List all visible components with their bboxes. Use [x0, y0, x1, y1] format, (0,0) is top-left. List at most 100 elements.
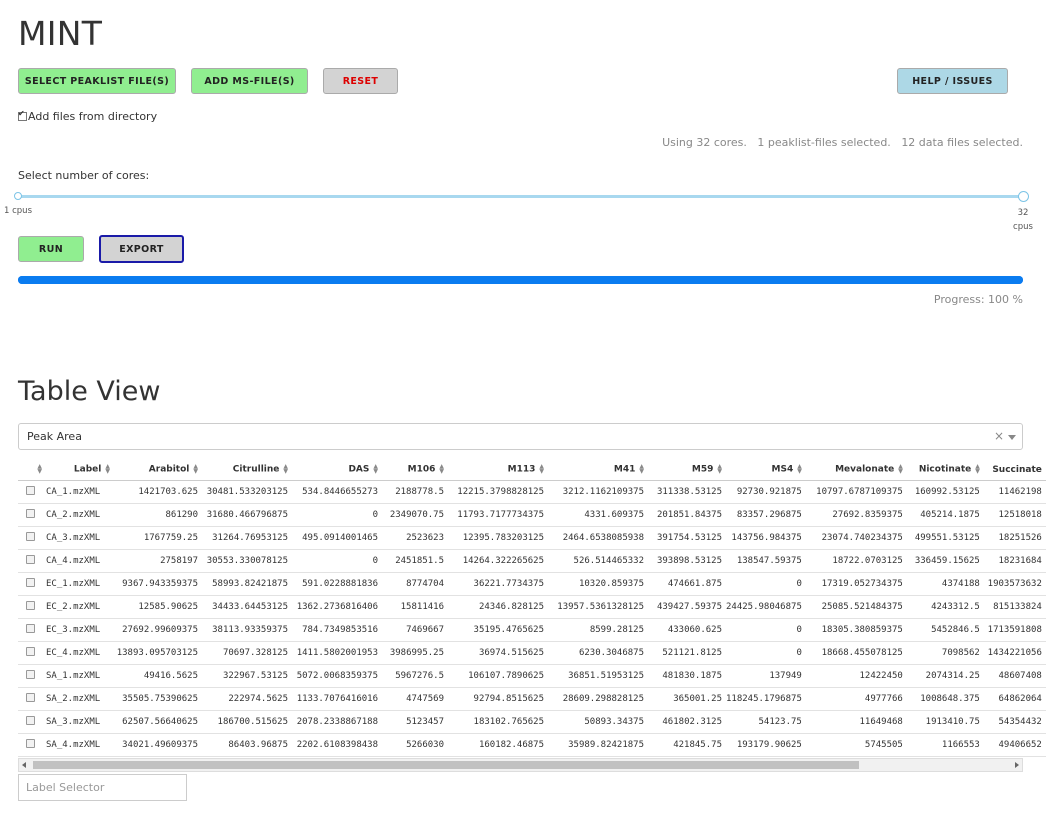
- table-view-title: Table View: [18, 376, 161, 407]
- row-checkbox[interactable]: [25, 670, 35, 679]
- table-cell: 591.0228881836: [292, 572, 382, 596]
- sort-icon[interactable]: ▲ ▼: [439, 464, 444, 475]
- column-header[interactable]: M113 ▲ ▼: [448, 459, 548, 481]
- sort-icon[interactable]: ▲ ▼: [37, 464, 42, 475]
- add-from-directory-row[interactable]: Add files from directory: [18, 109, 157, 123]
- table-cell: 18722.0703125: [805, 549, 907, 573]
- row-select-cell[interactable]: [18, 503, 46, 527]
- table-cell: 3986995.25: [382, 641, 448, 665]
- table-cell: 2758197: [114, 549, 202, 573]
- row-checkbox[interactable]: [25, 624, 35, 633]
- table-row[interactable]: CA_4.mzXML 2758197 30553.330078125 0 2451851…: [18, 549, 1046, 573]
- row-select-cell[interactable]: [18, 480, 46, 504]
- row-select-cell[interactable]: [18, 733, 46, 757]
- export-button[interactable]: EXPORT: [99, 235, 184, 263]
- column-header[interactable]: Arabitol ▲ ▼: [114, 459, 202, 481]
- run-button[interactable]: RUN: [18, 236, 84, 262]
- table-row[interactable]: SA_4.mzXML 34021.49609375 86403.96875 2202.…: [18, 733, 1046, 757]
- add-ms-files-button[interactable]: ADD MS-FILE(S): [191, 68, 308, 94]
- sort-icon[interactable]: ▲ ▼: [105, 464, 110, 475]
- table-horizontal-scrollbar[interactable]: [18, 758, 1023, 772]
- sort-icon[interactable]: ▲ ▼: [193, 464, 198, 475]
- table-cell: 4243312.5: [906, 595, 984, 619]
- label-selector-input[interactable]: [18, 774, 187, 801]
- row-checkbox[interactable]: [25, 601, 35, 610]
- row-checkbox[interactable]: [25, 647, 35, 656]
- scrollbar-thumb[interactable]: [33, 761, 859, 769]
- table-cell: 12422450: [805, 664, 907, 688]
- table-row[interactable]: SA_3.mzXML 62507.56640625 186700.515625 207…: [18, 710, 1046, 734]
- row-checkbox[interactable]: [25, 555, 35, 564]
- sort-icon[interactable]: ▲ ▼: [898, 464, 903, 475]
- row-checkbox[interactable]: [25, 578, 35, 587]
- metric-dropdown[interactable]: Peak Area ×: [18, 423, 1023, 450]
- table-cell: 201851.84375: [648, 503, 726, 527]
- cores-slider-max-label: 32 cpus: [1010, 206, 1036, 234]
- reset-button[interactable]: RESET: [323, 68, 398, 94]
- cores-slider-handle[interactable]: [1018, 191, 1029, 202]
- help-issues-button[interactable]: HELP / ISSUES: [897, 68, 1008, 94]
- table-cell: 1767759.25: [114, 526, 202, 550]
- row-checkbox[interactable]: [25, 716, 35, 725]
- row-select-cell[interactable]: [18, 618, 46, 642]
- sort-icon[interactable]: ▲ ▼: [539, 464, 544, 475]
- cores-slider-track[interactable]: [18, 195, 1023, 198]
- table-cell: 0: [726, 641, 806, 665]
- table-row[interactable]: EC_3.mzXML 27692.99609375 38113.93359375 78…: [18, 618, 1046, 642]
- row-checkbox[interactable]: [25, 509, 35, 518]
- column-header[interactable]: M59 ▲ ▼: [648, 459, 726, 481]
- row-checkbox[interactable]: [25, 739, 35, 748]
- column-header[interactable]: Mevalonate ▲ ▼: [805, 459, 907, 481]
- row-select-cell[interactable]: [18, 572, 46, 596]
- column-header[interactable]: Nicotinate ▲ ▼: [906, 459, 984, 481]
- row-select-cell[interactable]: [18, 549, 46, 573]
- chevron-down-icon[interactable]: [1008, 435, 1016, 440]
- row-select-cell[interactable]: [18, 710, 46, 734]
- column-header-label: Mevalonate: [835, 464, 895, 475]
- row-select-cell[interactable]: [18, 595, 46, 619]
- column-header[interactable]: DAS ▲ ▼: [292, 459, 382, 481]
- cores-slider-max-num: 32: [1017, 208, 1029, 218]
- column-header[interactable]: MS4 ▲ ▼: [726, 459, 806, 481]
- sort-icon[interactable]: ▲ ▼: [717, 464, 722, 475]
- table-row[interactable]: CA_2.mzXML 861290 31680.466796875 0 2349070.…: [18, 503, 1046, 527]
- select-peaklist-button[interactable]: SELECT PEAKLIST FILE(S): [18, 68, 176, 94]
- row-label-cell: SA_2.mzXML: [46, 687, 114, 711]
- row-checkbox[interactable]: [25, 532, 35, 541]
- table-row[interactable]: SA_1.mzXML 49416.5625 322967.53125 5072.006…: [18, 664, 1046, 688]
- table-row[interactable]: EC_1.mzXML 9367.943359375 58993.82421875 59…: [18, 572, 1046, 596]
- row-select-cell[interactable]: [18, 687, 46, 711]
- sort-icon[interactable]: ▲ ▼: [639, 464, 644, 475]
- column-header[interactable]: M41 ▲ ▼: [548, 459, 648, 481]
- table-cell: 5745505: [805, 733, 907, 757]
- table-cell: 50893.34375: [548, 710, 648, 734]
- scroll-right-icon[interactable]: [1015, 762, 1019, 768]
- table-cell: 27692.8359375: [805, 503, 907, 527]
- table-row[interactable]: EC_4.mzXML 13893.095703125 70697.328125 141…: [18, 641, 1046, 665]
- row-select-cell[interactable]: [18, 664, 46, 688]
- row-select-cell[interactable]: [18, 526, 46, 550]
- column-header[interactable]: Citrulline ▲ ▼: [202, 459, 292, 481]
- table-row[interactable]: CA_1.mzXML 1421703.625 30481.533203125 534.…: [18, 480, 1046, 504]
- column-header[interactable]: M106 ▲ ▼: [382, 459, 448, 481]
- sort-icon[interactable]: ▲ ▼: [797, 464, 802, 475]
- sort-icon[interactable]: ▲ ▼: [373, 464, 378, 475]
- clear-icon[interactable]: ×: [994, 429, 1004, 443]
- sort-icon[interactable]: ▲ ▼: [283, 464, 288, 475]
- row-checkbox[interactable]: [25, 486, 35, 495]
- table-cell: 3212.1162109375: [548, 480, 648, 504]
- table-row[interactable]: EC_2.mzXML 12585.90625 34433.64453125 1362.…: [18, 595, 1046, 619]
- scroll-left-icon[interactable]: [22, 762, 26, 768]
- table-row[interactable]: SA_2.mzXML 35505.75390625 222974.5625 1133.…: [18, 687, 1046, 711]
- table-row[interactable]: CA_3.mzXML 1767759.25 31264.76953125 495.09…: [18, 526, 1046, 550]
- select-all-header[interactable]: ▲ ▼: [18, 459, 46, 481]
- row-select-cell[interactable]: [18, 641, 46, 665]
- column-header-label: Nicotinate: [918, 464, 972, 475]
- sort-icon[interactable]: ▲ ▼: [975, 464, 980, 475]
- table-cell: 143756.984375: [726, 526, 806, 550]
- row-checkbox[interactable]: [25, 693, 35, 702]
- column-header[interactable]: Label ▲ ▼: [46, 459, 114, 481]
- table-cell: 18668.455078125: [805, 641, 907, 665]
- add-from-directory-checkbox[interactable]: [18, 109, 27, 121]
- column-header[interactable]: Succinate: [983, 459, 1046, 481]
